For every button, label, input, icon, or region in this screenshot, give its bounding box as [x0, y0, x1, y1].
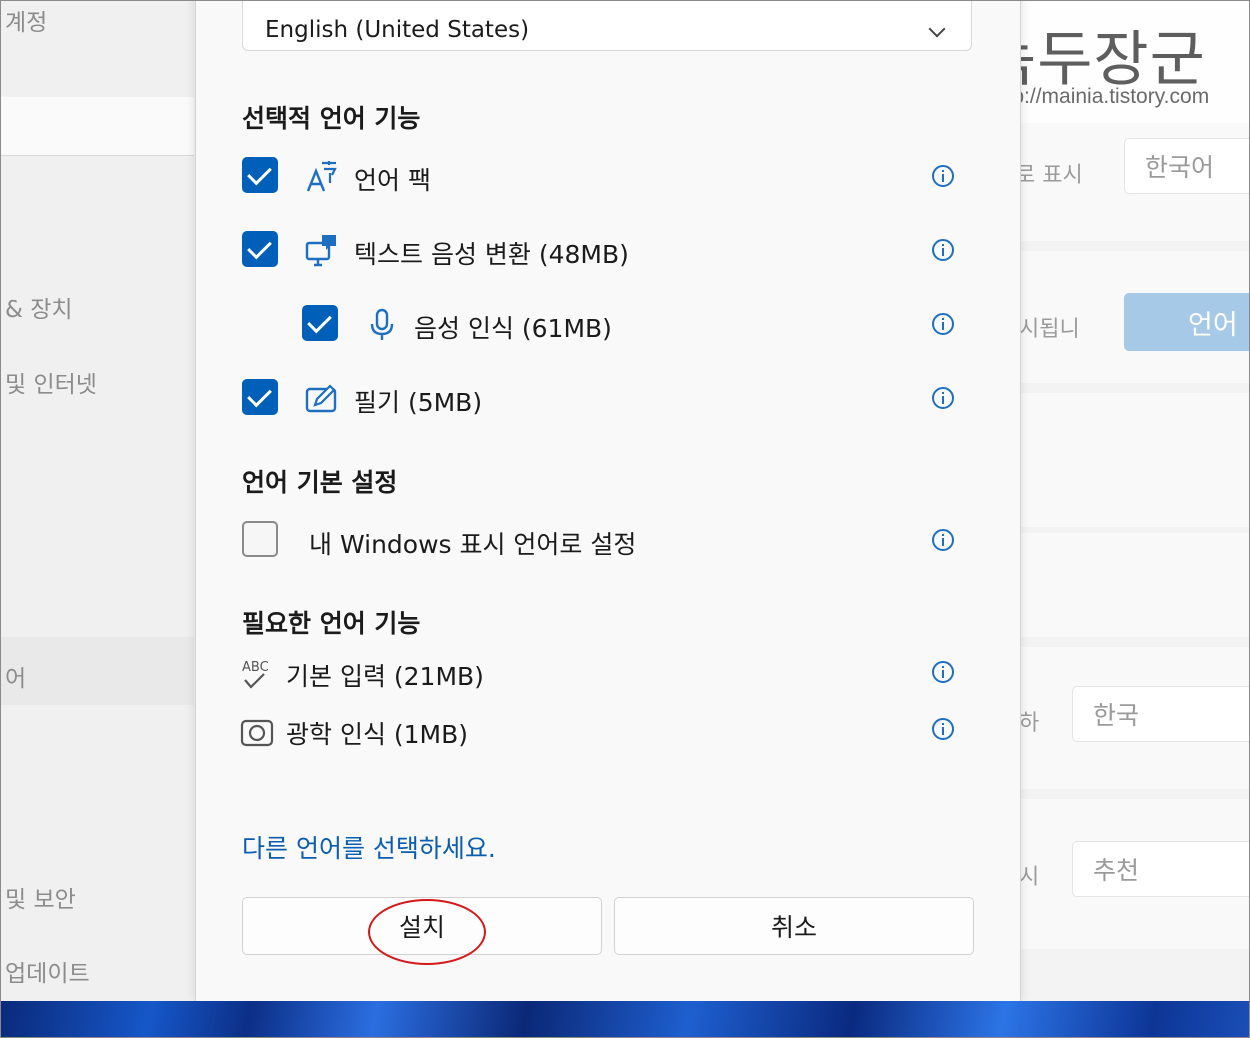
spellcheck-icon: ABC — [242, 660, 269, 689]
info-icon[interactable] — [932, 239, 954, 261]
notice-text: 시됩니 — [1019, 317, 1080, 342]
info-icon[interactable] — [932, 661, 954, 683]
sidebar-item-network[interactable]: 및 인터넷 — [5, 365, 97, 399]
language-pack-label: 언어 팩 — [354, 166, 431, 195]
sidebar-item-language[interactable]: 어 — [5, 659, 26, 693]
text-to-speech-label: 텍스트 음성 변환 (48MB) — [354, 240, 629, 269]
set-display-language-checkbox[interactable] — [242, 521, 278, 557]
content-card — [1019, 533, 1249, 637]
info-icon[interactable] — [932, 313, 954, 335]
ocr-camera-icon — [240, 719, 274, 747]
cancel-button-label: 취소 — [770, 913, 817, 942]
handwriting-icon — [305, 384, 337, 413]
info-icon[interactable] — [932, 529, 954, 551]
format-label: 시 — [1019, 865, 1040, 890]
svg-text:ABC: ABC — [242, 660, 269, 675]
sidebar-item-update[interactable]: 업데이트 — [5, 954, 90, 988]
sidebar-item-accounts[interactable]: 계정 — [5, 3, 47, 37]
desktop-wallpaper-strip — [1, 1001, 1249, 1037]
settings-sidebar: 계정 & 장치 및 인터넷 어 및 보안 업데이트 — [1, 1, 194, 1001]
watermark-url: http://mainia.tistory.com — [989, 85, 1210, 108]
sidebar-item-security[interactable]: 및 보안 — [5, 880, 76, 914]
handwriting-label: 필기 (5MB) — [354, 388, 483, 417]
text-to-speech-icon — [305, 235, 336, 267]
text-to-speech-checkbox[interactable] — [242, 231, 278, 267]
speech-recognition-label: 음성 인식 (61MB) — [414, 314, 612, 343]
handwriting-checkbox[interactable] — [242, 379, 278, 415]
basic-typing-label: 기본 입력 (21MB) — [286, 662, 484, 691]
language-preference-heading: 언어 기본 설정 — [242, 468, 398, 497]
set-display-language-label: 내 Windows 표시 언어로 설정 — [309, 530, 637, 559]
window-frame: 계정 & 장치 및 인터넷 어 및 보안 업데이트 로 표시 한국어 시됩니 언… — [0, 0, 1250, 1038]
sidebar-item-devices[interactable]: & 장치 — [5, 290, 73, 324]
language-pack-icon — [306, 161, 337, 192]
language-select[interactable]: English (United States) — [242, 1, 972, 51]
content-card — [1019, 393, 1249, 527]
region-value: 한국 — [1093, 701, 1140, 730]
format-dropdown[interactable]: 추천 — [1072, 841, 1249, 897]
language-features-dialog: English (United States) 선택적 언어 기능 언어 팩 텍… — [195, 1, 1021, 1001]
sidebar-selected-highlight — [1, 637, 194, 705]
sidebar-search-box[interactable] — [1, 97, 194, 156]
format-value: 추천 — [1093, 856, 1140, 885]
choose-other-language-link[interactable]: 다른 언어를 선택하세요. — [242, 829, 496, 865]
add-language-button[interactable]: 언어 — [1124, 293, 1249, 351]
language-select-value: English (United States) — [265, 17, 530, 43]
display-language-label: 로 표시 — [1015, 163, 1083, 188]
region-dropdown[interactable]: 한국 — [1072, 686, 1249, 742]
speech-recognition-checkbox[interactable] — [302, 305, 338, 341]
chevron-down-icon — [928, 20, 946, 38]
display-language-value: 한국어 — [1145, 153, 1215, 182]
info-icon[interactable] — [932, 165, 954, 187]
ocr-label: 광학 인식 (1MB) — [286, 720, 469, 749]
optional-features-heading: 선택적 언어 기능 — [242, 104, 421, 133]
cancel-button[interactable]: 취소 — [614, 897, 974, 955]
display-language-dropdown[interactable]: 한국어 — [1124, 138, 1249, 194]
add-language-label: 언어 — [1188, 309, 1238, 341]
required-features-heading: 필요한 언어 기능 — [242, 609, 421, 638]
annotation-circle — [368, 899, 486, 965]
info-icon[interactable] — [932, 387, 954, 409]
region-label: 하 — [1019, 711, 1040, 736]
info-icon[interactable] — [932, 718, 954, 740]
language-pack-checkbox[interactable] — [242, 157, 278, 193]
microphone-icon — [370, 308, 394, 340]
